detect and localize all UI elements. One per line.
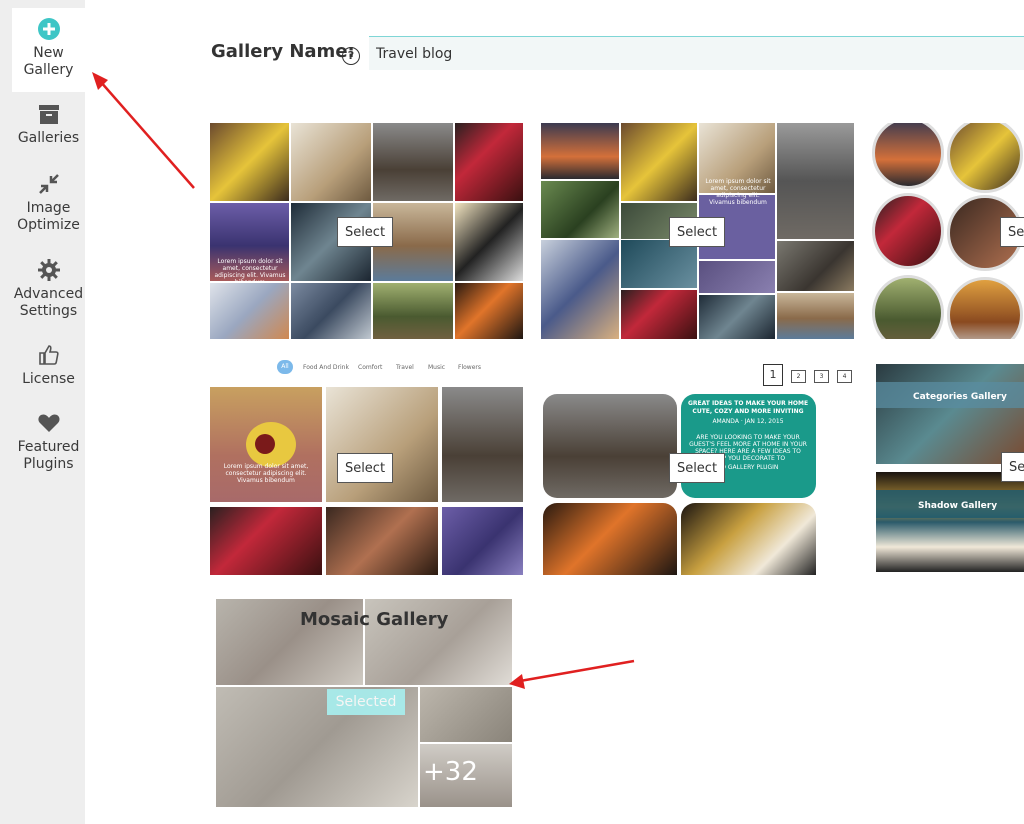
arrow-to-new-gallery (92, 72, 195, 189)
arrow-to-mosaic (509, 659, 635, 689)
annotation-arrows (92, 72, 635, 689)
